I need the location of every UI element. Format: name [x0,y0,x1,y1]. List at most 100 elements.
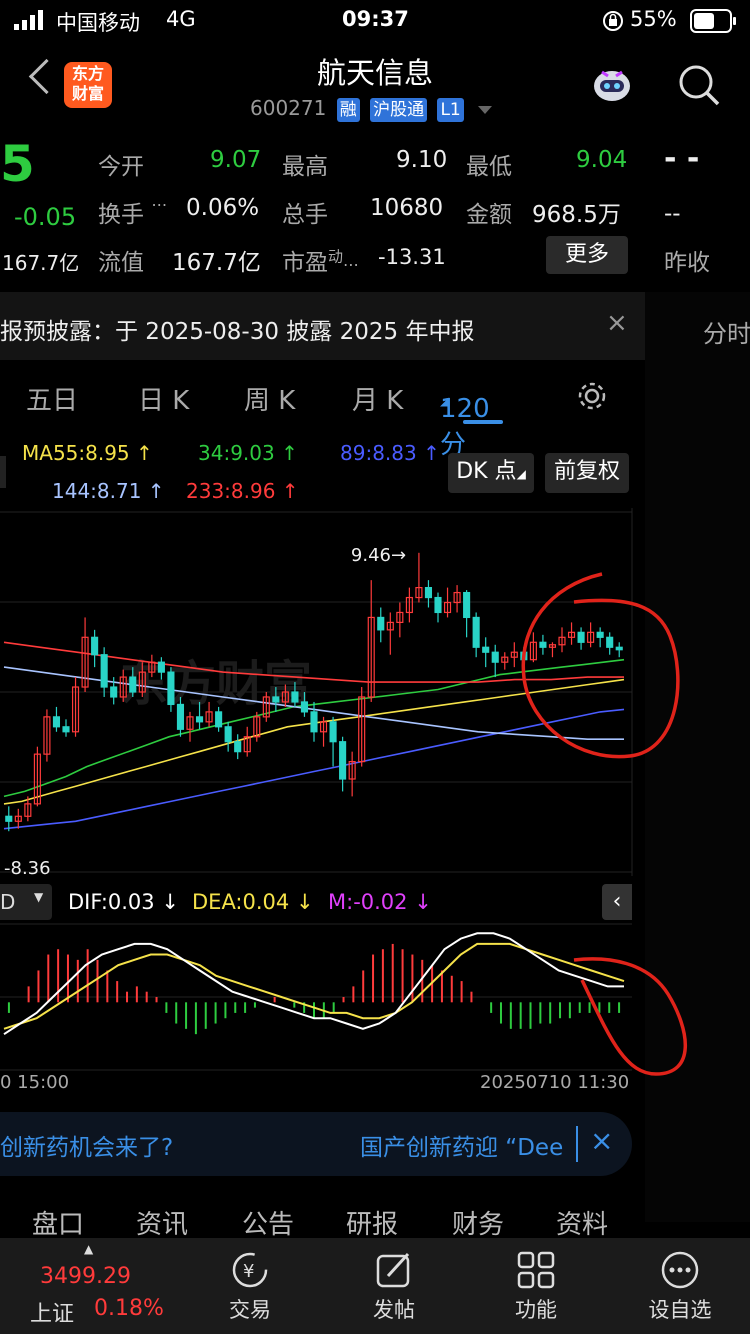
pe-label: 市盈 [282,250,328,276]
macd-chart[interactable] [0,922,634,1072]
chart-left-edge [0,852,20,878]
candle-body [300,701,309,713]
tab-week-k[interactable]: 周 K [244,380,295,417]
macd-histogram [7,943,621,1035]
candle-body [291,691,299,703]
tab-news[interactable]: 资讯 [136,1204,188,1241]
candle [443,587,452,618]
candle [472,612,480,658]
tab-financials[interactable]: 财务 [452,1204,504,1241]
candle [186,711,194,742]
candle [14,808,22,829]
price-change: -0.05 [14,203,77,231]
candle [234,734,242,760]
more-dots-icon [661,1251,699,1289]
candle-body [491,651,499,663]
nav-customize[interactable]: 设自选 [630,1244,730,1324]
nav-post[interactable]: 发帖 [344,1244,444,1324]
candle [482,637,490,668]
candle-body [482,646,490,653]
search-icon[interactable] [678,64,720,106]
time-axis-left: 0 15:00 [0,1072,70,1093]
candle [424,580,433,608]
high-value: 9.10 [396,147,448,173]
notice-bar[interactable]: 报预披露：于 2025-08-30 披露 2025 年中报 × [0,292,645,360]
news-ticker[interactable]: 创新药机会来了? 国产创新药迎 “Dee × [0,1112,632,1176]
candle [100,647,108,697]
robot-assistant-icon[interactable] [588,64,636,108]
chevron-down-icon: ▼ [34,890,44,904]
candle [253,711,261,742]
tab-research[interactable]: 研报 [346,1204,398,1241]
chevron-up-icon: ▲ [84,1242,94,1256]
candle [491,644,499,678]
candle-body [5,815,13,822]
m-label: M:-0.02 ↓ [328,890,432,914]
right-placeholder: - - [664,141,700,176]
candle [434,592,442,623]
back-arrow-icon[interactable] [28,58,65,95]
nav-trade-label: 交易 [229,1298,271,1322]
nav-functions[interactable]: 功能 [486,1244,586,1324]
stock-code-row[interactable]: 600271 融 沪股通 L1 [250,96,493,122]
candle [501,652,509,670]
candle-body [224,726,232,743]
candle-body [234,741,242,753]
amount-value: 968.5万 [532,202,621,228]
grid-icon [517,1251,555,1289]
tab-five-day[interactable]: 五日 [26,380,78,417]
candle [243,726,251,757]
adjust-button[interactable]: 前复权 [545,453,629,493]
nav-trade[interactable]: ¥ 交易 [200,1244,300,1324]
collapse-arrow-icon[interactable]: ‹ [602,884,632,920]
candle [71,677,80,737]
macd-grid [0,923,632,1071]
candle-body [91,636,99,656]
indicator-selector[interactable]: D ▼ [0,884,52,920]
candle [224,721,232,752]
badge-margin: 融 [336,98,360,122]
logo-line2: 财富 [71,84,104,103]
candle [396,602,404,638]
candle-body [434,596,442,614]
turnover-label-wrap[interactable]: 换手 ⋯ [98,195,167,229]
more-button[interactable]: 更多 [546,236,628,274]
notice-text: 报预披露：于 2025-08-30 披露 2025 年中报 [0,319,475,345]
candle-body [215,711,223,728]
index-name: 上证 [30,1302,75,1327]
pe-label-wrap[interactable]: 市盈动⋯ [282,243,359,277]
stock-name[interactable]: 航天信息 [250,50,500,92]
close-icon[interactable]: × [590,1124,613,1157]
volume-value: 10680 [370,195,444,221]
left-handle[interactable] [0,456,6,488]
tab-announcements[interactable]: 公告 [242,1204,294,1241]
candle [329,716,337,767]
open-value: 9.07 [210,147,262,173]
side-tab-intraday[interactable]: 分时 [703,314,750,349]
volume-label: 总手 [282,202,328,228]
yuan-circle-icon: ¥ [232,1252,268,1288]
signal-icon [14,10,48,35]
low-value: 9.04 [576,147,628,173]
close-icon[interactable]: × [606,308,628,338]
ma144-label: 144:8.71 ↑ [52,479,165,503]
float-label: 流值 [98,250,144,276]
tab-order-book[interactable]: 盘口 [32,1204,84,1241]
candle-body [424,586,433,599]
info-icon: ⋯ [151,195,168,214]
period-tabs: 五日 日 K 周 K 月 K 120 分 ◢ [0,366,645,460]
prev-close-label: 昨收 [664,250,710,276]
battery-percent: 55% [630,7,677,31]
ticker-divider [576,1126,578,1162]
tab-day-k[interactable]: 日 K [138,380,189,417]
ma89-label: 89:8.83 ↑ [340,441,440,465]
tab-month-k[interactable]: 月 K [352,380,403,417]
tab-profile[interactable]: 资料 [556,1204,608,1241]
pe-sup: 动 [328,247,344,266]
candle-body [339,741,347,780]
ticker-item-right[interactable]: 国产创新药迎 “Dee [360,1128,574,1162]
ticker-item-left[interactable]: 创新药机会来了? [0,1128,173,1162]
index-widget[interactable]: ▲ 3499.29 上证 0.18% [0,1238,180,1334]
settings-gear-icon[interactable] [576,380,608,419]
dk-point-button[interactable]: DK 点◢ [448,453,534,493]
